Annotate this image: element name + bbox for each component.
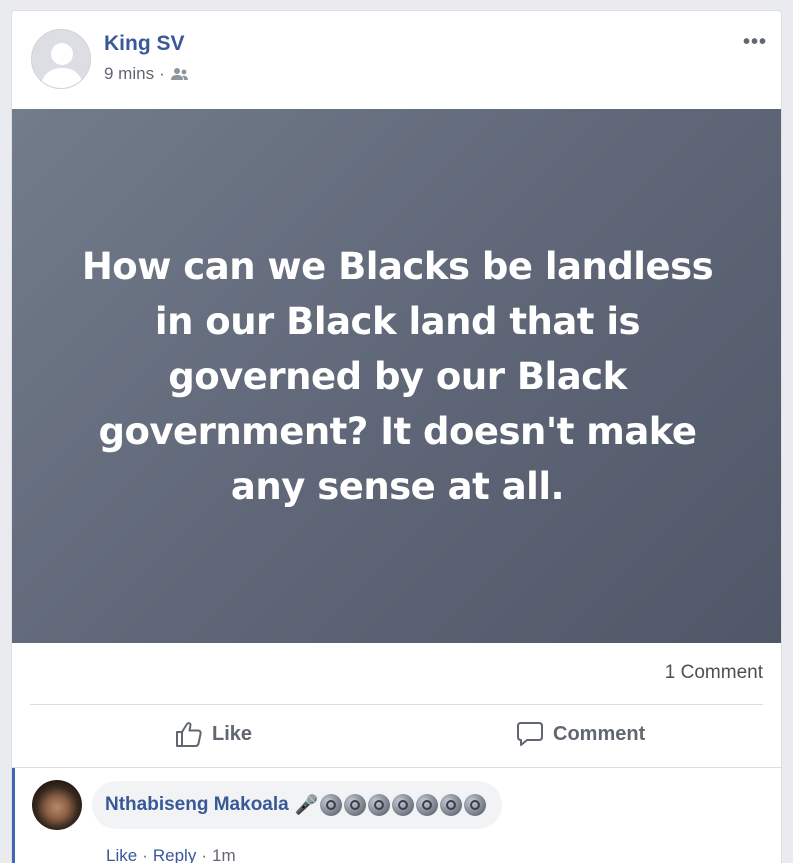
comment-button[interactable]: Comment [516,721,645,747]
separator-dot: · [142,846,148,863]
speaker-icon [440,794,463,816]
post-author-name[interactable]: King SV [104,32,185,56]
comment-count-link[interactable]: 1 Comment [665,662,763,684]
author-avatar[interactable] [31,29,91,89]
comment-bubble: Nthabiseng Makoala 🎤 [92,781,503,829]
like-button[interactable]: Like [175,721,252,747]
comments-section: Nthabiseng Makoala 🎤 Like · Reply · 1m [12,767,781,863]
post-card: King SV 9 mins · ••• How can we Blacks b… [11,10,782,863]
speaker-icon [320,794,343,816]
speaker-icon [416,794,439,816]
comment-label: Comment [553,722,646,745]
speaker-icon [368,794,391,816]
speaker-icon [344,794,367,816]
default-profile-icon [40,43,84,88]
separator-dot: · [201,846,207,863]
speaker-icon [392,794,415,816]
comment-like-link[interactable]: Like [106,846,137,863]
thumbs-up-icon [176,722,202,747]
post-text: How can we Blacks be landless in our Bla… [81,244,714,508]
post-time[interactable]: 9 mins [104,64,154,84]
comment-bubble-icon [517,722,543,746]
speaker-icon [464,794,487,816]
friends-icon[interactable] [170,67,189,81]
like-label: Like [212,722,253,745]
post-background: How can we Blacks be landless in our Bla… [12,109,781,643]
comment-emoji-row: 🎤 [295,793,489,817]
post-meta: 9 mins · [104,64,189,84]
more-options-icon[interactable]: ••• [743,31,767,54]
separator-dot: · [159,64,165,83]
microphone-icon: 🎤 [294,795,319,816]
comment-reply-link[interactable]: Reply [153,846,196,863]
comment-actions: Like · Reply · 1m [106,846,236,863]
comment-time[interactable]: 1m [212,846,236,863]
comments-accent-bar [12,768,15,863]
commenter-avatar[interactable] [32,780,82,830]
divider [30,704,763,705]
commenter-name[interactable]: Nthabiseng Makoala [105,794,289,816]
